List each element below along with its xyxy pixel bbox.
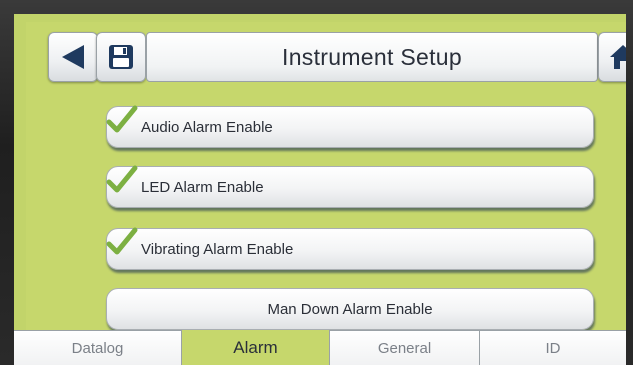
tab-general[interactable]: General [330, 330, 480, 365]
man-down-alarm-enable-toggle[interactable]: Man Down Alarm Enable [106, 288, 594, 330]
tab-alarm[interactable]: Alarm [182, 330, 330, 365]
option-label: Audio Alarm Enable [141, 118, 273, 136]
vibrating-alarm-enable-toggle[interactable]: Vibrating Alarm Enable [106, 227, 594, 270]
option-label: LED Alarm Enable [141, 178, 264, 196]
home-icon [610, 45, 626, 69]
option-label: Vibrating Alarm Enable [141, 240, 294, 258]
tab-datalog[interactable]: Datalog [14, 330, 182, 365]
device-bezel: Instrument Setup Audio Alarm Enable LED … [0, 0, 633, 365]
save-button[interactable] [96, 32, 146, 82]
checkmark-icon [106, 227, 138, 255]
tab-bar: Datalog Alarm General ID [14, 330, 626, 365]
back-arrow-icon [62, 45, 84, 69]
led-alarm-enable-toggle[interactable]: LED Alarm Enable [106, 165, 594, 208]
option-label: Man Down Alarm Enable [267, 300, 433, 318]
audio-alarm-enable-toggle[interactable]: Audio Alarm Enable [106, 105, 594, 148]
touch-screen: Instrument Setup Audio Alarm Enable LED … [14, 14, 626, 365]
screen-content: Instrument Setup Audio Alarm Enable LED … [26, 22, 626, 365]
checkmark-icon [106, 165, 138, 193]
checkmark-icon [106, 105, 138, 133]
page-title-bar: Instrument Setup [146, 32, 598, 82]
back-button[interactable] [48, 32, 98, 82]
home-button[interactable] [598, 32, 626, 82]
page-title: Instrument Setup [282, 43, 462, 70]
floppy-disk-icon [109, 45, 133, 69]
tab-id[interactable]: ID [480, 330, 626, 365]
